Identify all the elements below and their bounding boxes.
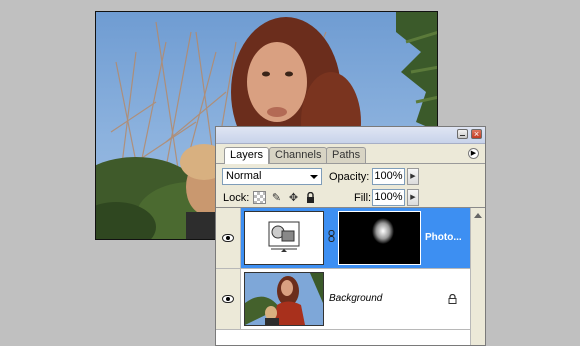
- close-icon[interactable]: ×: [471, 129, 482, 139]
- mask-shape: [372, 218, 394, 244]
- layer-name[interactable]: Background: [329, 293, 382, 304]
- opacity-slider-button[interactable]: ▶: [407, 168, 419, 185]
- background-thumbnail-image: [245, 273, 323, 325]
- fill-field[interactable]: 100%: [372, 189, 405, 206]
- layer-row-photo[interactable]: Photo...: [216, 208, 471, 269]
- lock-row: Lock: ✎ ✥ Fill: 100% ▶: [216, 185, 485, 206]
- layer-mask-thumbnail[interactable]: [338, 211, 421, 265]
- opacity-field[interactable]: 100%: [372, 168, 405, 185]
- palette-menu-icon[interactable]: ▶: [468, 148, 479, 159]
- lock-label: Lock:: [223, 192, 250, 204]
- smart-object-thumbnail[interactable]: [244, 211, 324, 265]
- layers-palette: × Layers Channels Paths ▶ Normal Opacity…: [215, 126, 486, 346]
- layer-lock-icon: [448, 293, 457, 304]
- tab-layers[interactable]: Layers: [224, 147, 270, 164]
- opacity-label: Opacity:: [329, 171, 370, 183]
- blend-mode-value: Normal: [226, 170, 262, 182]
- layer-row-background[interactable]: Background: [216, 269, 471, 330]
- lock-all-icon[interactable]: [304, 191, 317, 204]
- visibility-toggle[interactable]: [216, 208, 241, 268]
- scroll-up-icon[interactable]: [474, 213, 482, 218]
- chevron-down-icon: [310, 175, 318, 179]
- palette-titlebar[interactable]: ×: [216, 127, 485, 144]
- tab-channels[interactable]: Channels: [269, 147, 328, 163]
- blend-mode-select[interactable]: Normal: [222, 168, 322, 185]
- blend-row: Normal Opacity: 100% ▶: [216, 164, 485, 185]
- eye-icon: [222, 295, 234, 303]
- eye-icon: [222, 234, 234, 242]
- lock-brush-icon[interactable]: ✎: [270, 191, 283, 204]
- visibility-toggle[interactable]: [216, 269, 241, 329]
- background-thumbnail[interactable]: [244, 272, 324, 326]
- fill-label: Fill:: [354, 192, 372, 204]
- minimize-icon[interactable]: [457, 129, 468, 139]
- link-icon[interactable]: [328, 230, 335, 242]
- layers-list: Photo... Background: [216, 207, 485, 345]
- lock-transparent-icon[interactable]: [253, 191, 266, 204]
- tab-paths[interactable]: Paths: [326, 147, 367, 163]
- lock-move-icon[interactable]: ✥: [287, 191, 300, 204]
- layers-scrollbar[interactable]: [470, 208, 485, 345]
- palette-tabs: Layers Channels Paths ▶: [216, 144, 485, 164]
- smart-object-icon: [268, 221, 300, 252]
- layer-name[interactable]: Photo...: [425, 232, 462, 243]
- fill-slider-button[interactable]: ▶: [407, 189, 419, 206]
